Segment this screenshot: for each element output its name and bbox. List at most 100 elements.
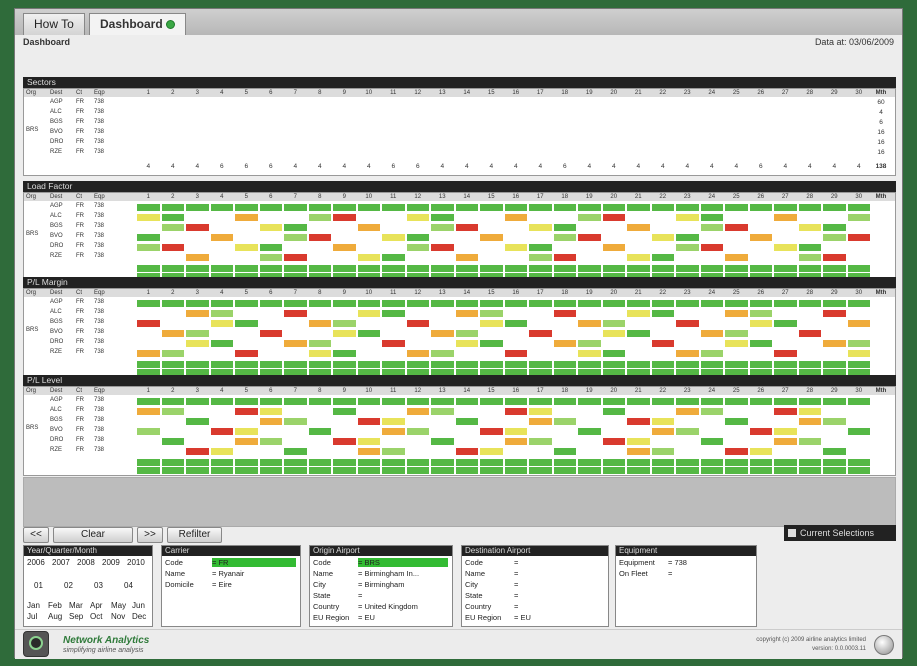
heat-cell: [161, 398, 184, 405]
month-option[interactable]: Dec: [132, 612, 146, 621]
quarter-option[interactable]: 03: [94, 581, 103, 590]
month-option[interactable]: Jun: [132, 601, 145, 610]
year-option[interactable]: 2009: [102, 558, 120, 567]
total-cell: [651, 361, 674, 368]
field-value[interactable]: = United Kingdom: [358, 602, 448, 611]
heat-cell: [333, 214, 356, 221]
field-value[interactable]: =: [358, 591, 448, 600]
heat-cell: [651, 340, 674, 347]
route-ct: FR: [76, 139, 84, 145]
heat-cell: [455, 204, 478, 211]
heat-cell: [676, 300, 699, 307]
route-eqp: 738: [94, 253, 105, 259]
quarter-option[interactable]: 01: [34, 581, 43, 590]
current-selections-button[interactable]: Current Selections: [784, 525, 896, 541]
field-value[interactable]: = Birmingham: [358, 580, 448, 589]
month-option[interactable]: Oct: [90, 612, 102, 621]
total-cell: [382, 265, 405, 272]
tab-dashboard[interactable]: Dashboard: [89, 13, 186, 35]
heat-cell: [284, 310, 307, 317]
next-button[interactable]: >>: [137, 527, 163, 543]
tab-how-to[interactable]: How To: [23, 13, 85, 35]
heat-cell: [651, 254, 674, 261]
heat-cell: [725, 330, 748, 337]
heat-cell: [627, 398, 650, 405]
month-option[interactable]: May: [111, 601, 126, 610]
total-cell: [382, 459, 405, 466]
field-value[interactable]: = Ryanair: [212, 569, 296, 578]
total-cell: [700, 361, 723, 368]
route-eqp: 738: [94, 299, 105, 305]
clear-button[interactable]: Clear: [53, 527, 133, 543]
version: version: 0.0.0003.11: [812, 646, 866, 652]
field-value[interactable]: =: [668, 569, 752, 578]
year-option[interactable]: 2007: [52, 558, 70, 567]
heat-cell: [406, 320, 429, 327]
month-option[interactable]: Jan: [27, 601, 40, 610]
field-value[interactable]: =: [514, 569, 604, 578]
heat-cell: [602, 438, 625, 445]
field-value[interactable]: = EU: [514, 613, 604, 622]
header-day: 9: [342, 290, 346, 296]
quarter-option[interactable]: 04: [124, 581, 133, 590]
total-cell: [725, 459, 748, 466]
total-cell: [774, 467, 797, 474]
field-value[interactable]: = 738: [668, 558, 752, 567]
total-cell: [700, 459, 723, 466]
sector-total: 4: [685, 163, 690, 170]
month-option[interactable]: Nov: [111, 612, 125, 621]
field-value[interactable]: = Eire: [212, 580, 296, 589]
quarter-option[interactable]: 02: [64, 581, 73, 590]
heat-cell: [382, 234, 405, 241]
heat-cell: [259, 300, 282, 307]
field-value[interactable]: =: [514, 591, 604, 600]
heat-cell: [480, 204, 503, 211]
month-option[interactable]: Feb: [48, 601, 62, 610]
header-day: 18: [561, 388, 569, 394]
field-value[interactable]: =: [514, 580, 604, 589]
header-day: 20: [610, 194, 618, 200]
heat-cell: [137, 398, 160, 405]
prev-button[interactable]: <<: [23, 527, 49, 543]
field-value[interactable]: = EU: [358, 613, 448, 622]
year-option[interactable]: 2008: [77, 558, 95, 567]
heat-cell: [676, 204, 699, 211]
app-orb-icon[interactable]: [874, 635, 894, 655]
month-option[interactable]: Jul: [27, 612, 37, 621]
year-option[interactable]: 2006: [27, 558, 45, 567]
field-value[interactable]: =: [514, 558, 604, 567]
heat-cell: [651, 300, 674, 307]
field-value[interactable]: =: [514, 602, 604, 611]
year-quarter-month-panel: Year/Quarter/Month 2006 2007 2008 2009 2010 0…: [23, 545, 153, 627]
month-option[interactable]: Aug: [48, 612, 62, 621]
total-cell: [700, 467, 723, 474]
total-cell: [137, 361, 160, 368]
refilter-button[interactable]: Refilter: [167, 527, 222, 543]
header-day: 11: [390, 290, 397, 296]
route-dest: RZE: [50, 253, 62, 259]
header-day: 3: [195, 388, 199, 394]
field-value[interactable]: = Birmingham In...: [358, 569, 448, 578]
header-day: 5: [244, 90, 248, 96]
route-dest: ALC: [50, 213, 62, 219]
year-option[interactable]: 2010: [127, 558, 145, 567]
header-day: 10: [365, 194, 373, 200]
heat-cell: [823, 340, 846, 347]
header-day: 23: [683, 90, 691, 96]
field-value[interactable]: = BRS: [358, 558, 448, 567]
header-day: 30: [855, 194, 863, 200]
total-cell: [137, 265, 160, 272]
month-option[interactable]: Apr: [90, 601, 102, 610]
month-option[interactable]: Sep: [69, 612, 83, 621]
header-day: 20: [610, 90, 618, 96]
total-cell: [749, 265, 772, 272]
heat-cell: [578, 428, 601, 435]
header-org: Org: [26, 194, 37, 200]
total-cell: [333, 361, 356, 368]
sector-total: 4: [464, 163, 469, 170]
field-value[interactable]: = FR: [212, 558, 296, 567]
current-selections-label: Current Selections: [800, 528, 875, 538]
heat-cell: [700, 224, 723, 231]
heat-cell: [504, 320, 527, 327]
month-option[interactable]: Mar: [69, 601, 83, 610]
